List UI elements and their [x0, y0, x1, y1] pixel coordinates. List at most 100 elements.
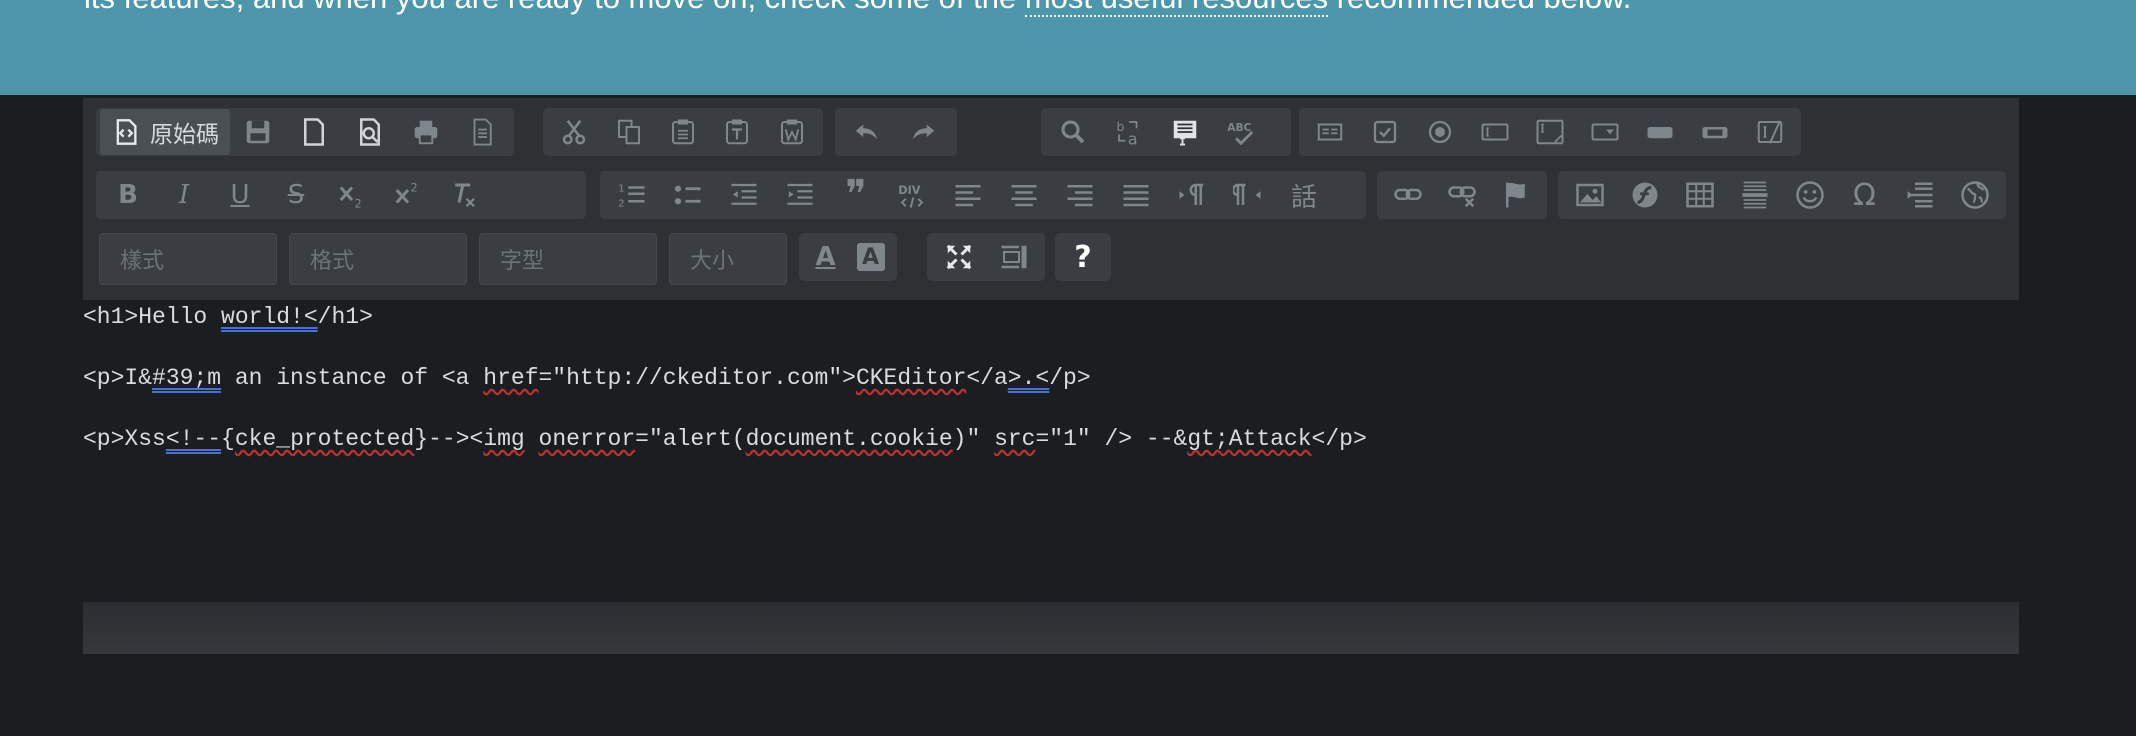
print-button[interactable]: [398, 108, 454, 156]
image-icon: [1575, 183, 1604, 207]
outdent-icon: [731, 183, 757, 205]
ltr-button[interactable]: [1164, 171, 1220, 219]
bold-button[interactable]: B: [100, 171, 156, 219]
align-center-button[interactable]: [996, 171, 1052, 219]
subscript-button[interactable]: 2: [324, 171, 380, 219]
paste-button[interactable]: [656, 108, 710, 156]
spellcheck-button[interactable]: ABC: [1213, 108, 1269, 156]
table-button[interactable]: [1672, 171, 1727, 219]
hidden-field-button[interactable]: [1742, 108, 1797, 156]
cut-button[interactable]: [547, 108, 601, 156]
size-combo[interactable]: 大小: [669, 233, 787, 285]
resources-link[interactable]: most useful resources: [1024, 0, 1329, 17]
paste-word-button[interactable]: [765, 108, 819, 156]
redo-button[interactable]: [895, 108, 951, 156]
preview-button[interactable]: [342, 108, 398, 156]
svg-text:b: b: [1117, 119, 1125, 134]
styles-combo[interactable]: 樣式: [99, 233, 277, 285]
image-button[interactable]: [1562, 171, 1617, 219]
indent-button[interactable]: [772, 171, 828, 219]
ckeditor: 原始碼 ba ABC B I U S 2 2 1 2 ❞ DIV 話 Ω A A…: [83, 98, 2019, 654]
indent-icon: [787, 183, 813, 205]
form-icon: [1318, 123, 1343, 141]
text-color-button[interactable]: A: [803, 233, 848, 281]
editor-content[interactable]: <h1>Hello world!</h1> <p>I&#39;m an inst…: [83, 300, 2019, 600]
underline-button[interactable]: U: [212, 171, 268, 219]
strike-button[interactable]: S: [268, 171, 324, 219]
save-button[interactable]: [230, 108, 286, 156]
find-button[interactable]: [1045, 108, 1101, 156]
format-combo[interactable]: 格式: [289, 233, 467, 285]
special-char-icon: Ω: [1853, 177, 1876, 213]
flash-button[interactable]: [1617, 171, 1672, 219]
banner-text-after: recommended below.: [1328, 0, 1632, 15]
page-break-button[interactable]: [1892, 171, 1947, 219]
numbered-list-button[interactable]: 12: [604, 171, 660, 219]
show-blocks-button[interactable]: [986, 233, 1041, 281]
align-left-button[interactable]: [940, 171, 996, 219]
undo-icon: [855, 124, 877, 140]
justify-button[interactable]: [1108, 171, 1164, 219]
text-color-icon: A: [815, 242, 836, 272]
textfield-icon: [1481, 123, 1509, 141]
banner-text: its features, and when you are ready to …: [84, 0, 1632, 17]
remove-format-button[interactable]: [436, 171, 492, 219]
select-button[interactable]: [1577, 108, 1632, 156]
font-combo[interactable]: 字型: [479, 233, 657, 285]
form-button-button[interactable]: [1632, 108, 1687, 156]
radio-icon: [1429, 120, 1452, 144]
source-line-3: <p>Xss<!--{cke_protected}--><img onerror…: [83, 426, 1367, 452]
anchor-button[interactable]: [1489, 171, 1543, 219]
special-char-button[interactable]: Ω: [1837, 171, 1892, 219]
maximize-button[interactable]: [931, 233, 986, 281]
print-icon: [414, 120, 438, 145]
svg-text:2: 2: [618, 198, 624, 209]
new-page-button[interactable]: [286, 108, 342, 156]
bulleted-list-button[interactable]: [660, 171, 716, 219]
hidden-field-icon: [1757, 120, 1782, 144]
language-icon: 話: [1290, 182, 1317, 213]
about-button[interactable]: ?: [1059, 233, 1107, 281]
iframe-icon: [1960, 181, 1989, 209]
superscript-button[interactable]: 2: [380, 171, 436, 219]
source-line-1: <h1>Hello world!</h1>: [83, 304, 373, 330]
image-button-button[interactable]: [1687, 108, 1742, 156]
paste-word-icon: [780, 119, 803, 145]
language-button[interactable]: 話: [1276, 171, 1332, 219]
basic-styles-group: B I U S 2 2: [96, 171, 586, 219]
paste-text-button[interactable]: [710, 108, 764, 156]
about-icon: ?: [1074, 239, 1092, 275]
undo-button[interactable]: [839, 108, 895, 156]
textfield-button[interactable]: [1468, 108, 1523, 156]
link-button[interactable]: [1381, 171, 1435, 219]
align-right-button[interactable]: [1052, 171, 1108, 219]
styles-combo-label: 樣式: [120, 249, 165, 274]
align-left-icon: [955, 185, 981, 207]
source-button[interactable]: 原始碼: [100, 109, 230, 155]
horizontal-rule-button[interactable]: [1727, 171, 1782, 219]
div-button[interactable]: DIV: [884, 171, 940, 219]
bg-color-button[interactable]: A: [848, 233, 893, 281]
svg-text:2: 2: [411, 181, 418, 194]
smiley-button[interactable]: [1782, 171, 1837, 219]
save-icon: [246, 120, 270, 144]
replace-button[interactable]: ba: [1101, 108, 1157, 156]
button-icon: [1647, 127, 1673, 139]
templates-button[interactable]: [454, 108, 510, 156]
copy-button[interactable]: [601, 108, 655, 156]
iframe-button[interactable]: [1947, 171, 2002, 219]
radio-button[interactable]: [1413, 108, 1468, 156]
blockquote-button[interactable]: ❞: [828, 171, 884, 219]
rtl-button[interactable]: [1220, 171, 1276, 219]
form-button[interactable]: [1303, 108, 1358, 156]
outdent-button[interactable]: [716, 171, 772, 219]
select-all-button[interactable]: [1157, 108, 1213, 156]
checkbox-button[interactable]: [1358, 108, 1413, 156]
bold-icon: B: [118, 180, 138, 210]
find-icon: [1061, 120, 1085, 144]
textarea-button[interactable]: [1523, 108, 1578, 156]
svg-text:2: 2: [355, 198, 362, 211]
italic-button[interactable]: I: [156, 171, 212, 219]
unlink-button[interactable]: [1435, 171, 1489, 219]
select-all-icon: [1173, 120, 1197, 146]
